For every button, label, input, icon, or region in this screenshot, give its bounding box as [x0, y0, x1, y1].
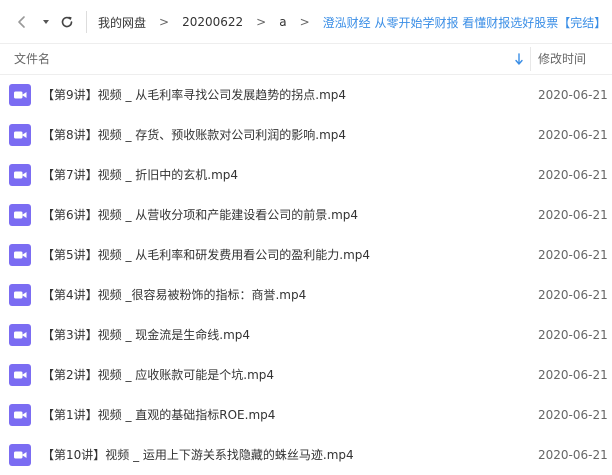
file-name[interactable]: 【第2讲】视频 _ 应收账款可能是个坑.mp4	[42, 355, 274, 395]
video-file-icon	[9, 204, 31, 226]
breadcrumb-item-date-folder[interactable]: 20200622	[182, 15, 243, 29]
file-row[interactable]: 【第7讲】视频 _ 折旧中的玄机.mp4 2020-06-21 1	[0, 155, 612, 195]
video-file-icon	[9, 84, 31, 106]
file-modified-time: 2020-06-21 1	[538, 368, 612, 382]
breadcrumb-item-current: 澄泓财经 从零开始学财报 看懂财报选好股票【完结】	[322, 15, 607, 30]
file-name[interactable]: 【第3讲】视频 _ 现金流是生命线.mp4	[42, 315, 250, 355]
file-row[interactable]: 【第10讲】视频 _ 运用上下游关系找隐藏的蛛丝马迹.mp4 2020-06-21…	[0, 435, 612, 475]
breadcrumb-item-a-folder[interactable]: a	[279, 15, 286, 29]
caret-down-icon	[43, 20, 49, 24]
back-button[interactable]	[10, 10, 34, 34]
video-file-icon	[9, 124, 31, 146]
breadcrumb-separator: >	[256, 15, 267, 29]
file-modified-time: 2020-06-21 1	[538, 208, 612, 222]
file-name[interactable]: 【第8讲】视频 _ 存货、预收账款对公司利润的影响.mp4	[42, 115, 346, 155]
file-name[interactable]: 【第10讲】视频 _ 运用上下游关系找隐藏的蛛丝马迹.mp4	[42, 435, 354, 475]
video-file-icon	[9, 364, 31, 386]
file-name[interactable]: 【第9讲】视频 _ 从毛利率寻找公司发展趋势的拐点.mp4	[42, 75, 346, 115]
file-modified-time: 2020-06-21 1	[538, 328, 612, 342]
sort-arrow-down-icon[interactable]	[513, 51, 525, 67]
top-navigation-bar: 我的网盘 > 20200622 > a > 澄泓财经 从零开始学财报 看懂财报选…	[0, 0, 612, 44]
refresh-icon	[61, 16, 73, 28]
file-name[interactable]: 【第6讲】视频 _ 从营收分项和产能建设看公司的前景.mp4	[42, 195, 358, 235]
file-row[interactable]: 【第3讲】视频 _ 现金流是生命线.mp4 2020-06-21 1	[0, 315, 612, 355]
column-divider[interactable]	[530, 47, 531, 71]
file-modified-time: 2020-06-21 1	[538, 168, 612, 182]
video-file-icon	[9, 164, 31, 186]
file-modified-time: 2020-06-21 1	[538, 288, 612, 302]
file-modified-time: 2020-06-21 1	[538, 88, 612, 102]
file-row[interactable]: 【第2讲】视频 _ 应收账款可能是个坑.mp4 2020-06-21 1	[0, 355, 612, 395]
video-file-icon	[9, 324, 31, 346]
file-modified-time: 2020-06-21 1	[538, 248, 612, 262]
file-row[interactable]: 【第4讲】视频 _很容易被粉饰的指标：商誉.mp4 2020-06-21 1	[0, 275, 612, 315]
chevron-left-icon	[18, 16, 25, 28]
file-modified-time: 2020-06-21 1	[538, 448, 612, 462]
file-modified-time: 2020-06-21 1	[538, 128, 612, 142]
file-name[interactable]: 【第7讲】视频 _ 折旧中的玄机.mp4	[42, 155, 238, 195]
column-header-modified[interactable]: 修改时间	[538, 44, 586, 74]
file-row[interactable]: 【第8讲】视频 _ 存货、预收账款对公司利润的影响.mp4 2020-06-21 …	[0, 115, 612, 155]
file-list-header: 文件名 修改时间	[0, 44, 612, 75]
video-file-icon	[9, 244, 31, 266]
file-name[interactable]: 【第4讲】视频 _很容易被粉饰的指标：商誉.mp4	[42, 275, 306, 315]
file-row[interactable]: 【第9讲】视频 _ 从毛利率寻找公司发展趋势的拐点.mp4 2020-06-21 …	[0, 75, 612, 115]
video-file-icon	[9, 404, 31, 426]
file-row[interactable]: 【第6讲】视频 _ 从营收分项和产能建设看公司的前景.mp4 2020-06-21…	[0, 195, 612, 235]
video-file-icon	[9, 444, 31, 466]
breadcrumb-separator: >	[299, 15, 310, 29]
breadcrumb-item-root[interactable]: 我的网盘	[98, 14, 146, 31]
file-name[interactable]: 【第5讲】视频 _ 从毛利率和研发费用看公司的盈利能力.mp4	[42, 235, 370, 275]
file-modified-time: 2020-06-21 1	[538, 408, 612, 422]
breadcrumb: 我的网盘 > 20200622 > a > 澄泓财经 从零开始学财报 看懂财报选…	[98, 0, 612, 44]
video-file-icon	[9, 284, 31, 306]
file-name[interactable]: 【第1讲】视频 _ 直观的基础指标ROE.mp4	[42, 395, 275, 435]
breadcrumb-separator: >	[159, 15, 170, 29]
toolbar-divider	[86, 11, 87, 33]
file-row[interactable]: 【第5讲】视频 _ 从毛利率和研发费用看公司的盈利能力.mp4 2020-06-2…	[0, 235, 612, 275]
column-header-name[interactable]: 文件名	[14, 44, 50, 74]
file-list: 【第9讲】视频 _ 从毛利率寻找公司发展趋势的拐点.mp4 2020-06-21 …	[0, 75, 612, 475]
file-row[interactable]: 【第1讲】视频 _ 直观的基础指标ROE.mp4 2020-06-21 1	[0, 395, 612, 435]
history-dropdown-button[interactable]	[34, 10, 58, 34]
refresh-button[interactable]	[56, 10, 78, 34]
